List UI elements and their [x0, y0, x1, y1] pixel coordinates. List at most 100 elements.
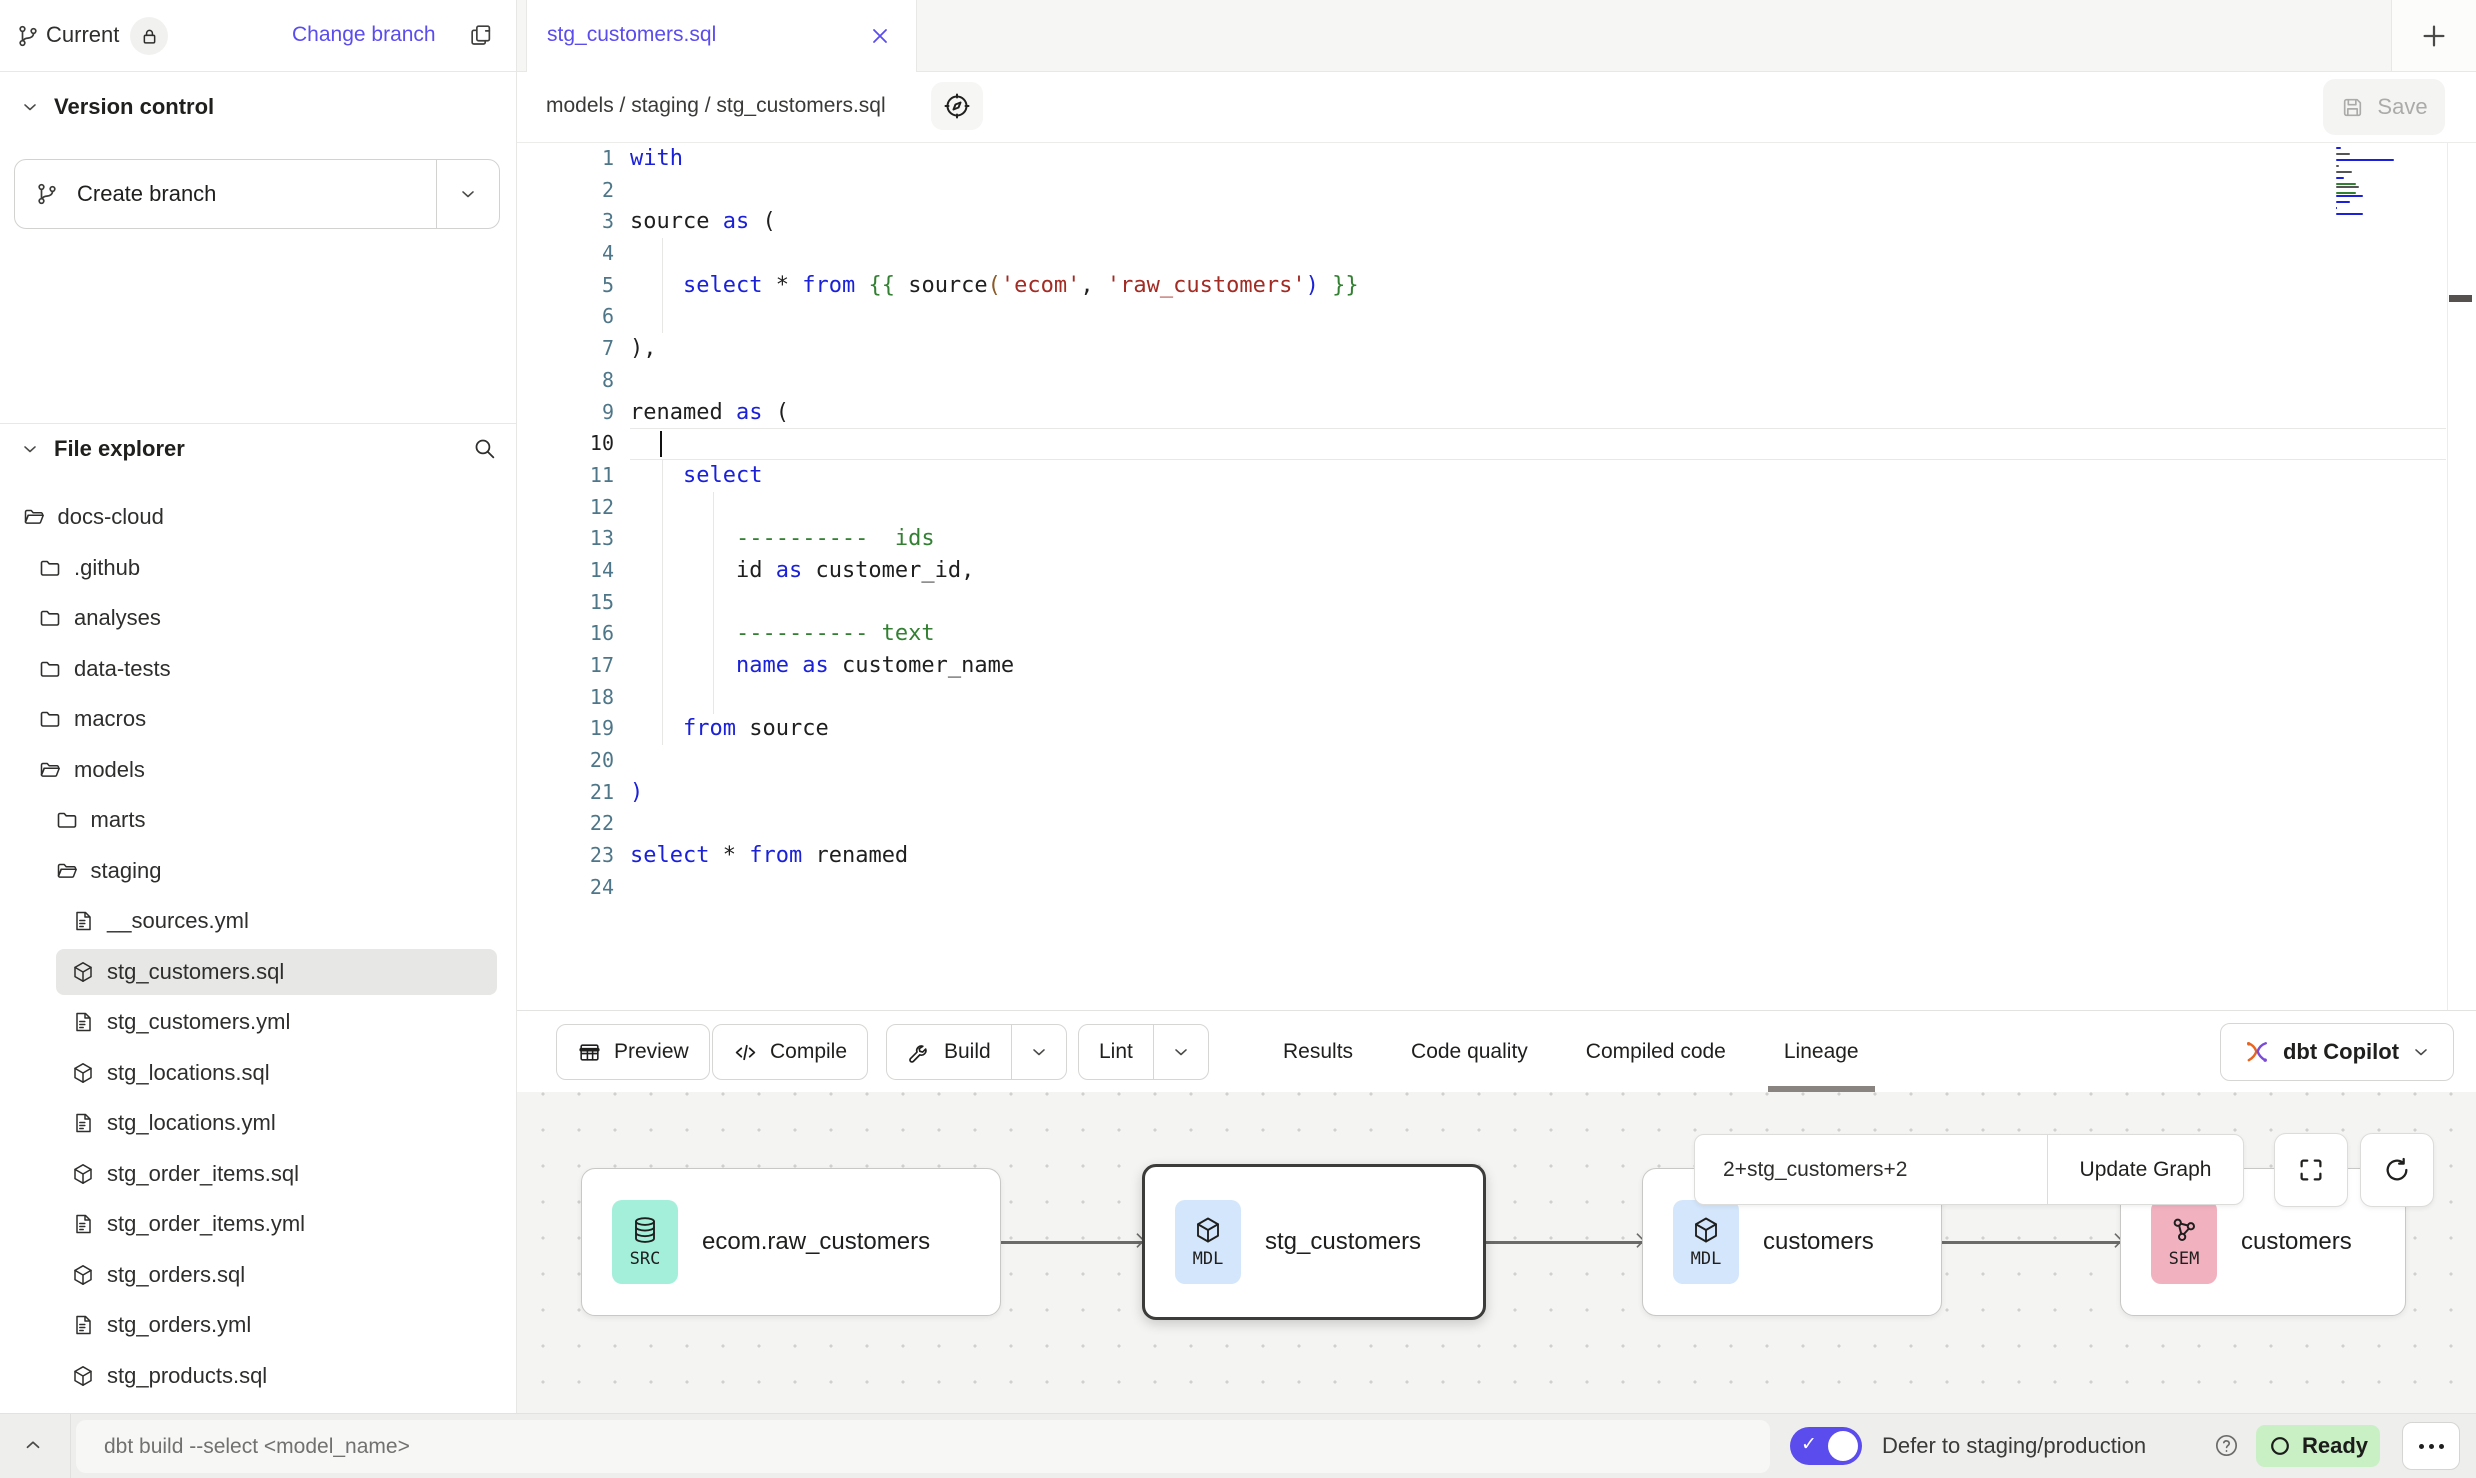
save-button[interactable]: Save [2323, 79, 2445, 135]
code-content[interactable]: withsource as ( select * from {{ source(… [630, 143, 2446, 904]
explore-button[interactable] [931, 82, 983, 130]
search-icon[interactable] [472, 436, 497, 461]
badge-label: SEM [2169, 1249, 2200, 1269]
fullscreen-button[interactable] [2274, 1133, 2348, 1207]
tree-item-label: stg_locations.sql [107, 1060, 270, 1086]
tree-item-analyses[interactable]: analyses [0, 593, 517, 644]
line-number: 3 [517, 206, 630, 238]
tree-item-label: docs-cloud [58, 504, 164, 530]
dbt-cloud-ide: Current Change branch Version control Cr… [0, 0, 2476, 1478]
tree-item-stg-products-sql[interactable]: stg_products.sql [0, 1351, 517, 1402]
line-number: 17 [517, 650, 630, 682]
line-number: 16 [517, 618, 630, 650]
lineage-node-stg-customers[interactable]: MDL stg_customers [1142, 1164, 1486, 1320]
tree-item-docs-cloud[interactable]: docs-cloud [0, 492, 517, 543]
tab-code-quality[interactable]: Code quality [1411, 1011, 1528, 1093]
build-button[interactable]: Build [886, 1024, 1067, 1080]
tree-item-stg-order-items-yml[interactable]: stg_order_items.yml [0, 1199, 517, 1250]
copy-icon[interactable] [468, 22, 493, 47]
lint-dropdown[interactable] [1154, 1025, 1208, 1079]
folder-icon [37, 555, 63, 581]
defer-label: Defer to staging/production [1882, 1433, 2146, 1459]
dbt-copilot-button[interactable]: dbt Copilot [2220, 1023, 2454, 1081]
minimap-line [2336, 192, 2356, 194]
build-dropdown[interactable] [1012, 1025, 1066, 1079]
tree-item-data-tests[interactable]: data-tests [0, 644, 517, 695]
tab-lineage[interactable]: Lineage [1784, 1011, 1859, 1093]
code-line-23: select * from renamed [630, 840, 2446, 872]
change-branch-link[interactable]: Change branch [292, 23, 436, 47]
tree-item-label: analyses [74, 605, 161, 631]
tree-item-stg-order-items-sql[interactable]: stg_order_items.sql [0, 1149, 517, 1200]
new-tab-button[interactable] [2391, 0, 2476, 71]
mdl-badge: MDL [1175, 1200, 1241, 1284]
code-line-20 [630, 745, 2446, 777]
chevron-up-icon[interactable] [22, 1434, 44, 1456]
tab-compiled-code[interactable]: Compiled code [1586, 1011, 1726, 1093]
yml-icon [70, 1110, 96, 1136]
yml-icon [70, 1312, 96, 1338]
badge-label: MDL [1193, 1249, 1224, 1269]
code-editor[interactable]: 123456789101112131415161718192021222324 … [517, 142, 2476, 1010]
minimap-line [2336, 201, 2350, 203]
tree-item-models[interactable]: models [0, 745, 517, 796]
git-branch-icon [16, 24, 40, 48]
sql-icon [70, 1161, 96, 1187]
more-options-button[interactable] [2402, 1422, 2460, 1470]
branch-header: Current Change branch [0, 0, 516, 72]
folder-icon [54, 807, 80, 833]
tree-item-marts[interactable]: marts [0, 795, 517, 846]
sql-icon [70, 959, 96, 985]
tree-item--sources-yml[interactable]: __sources.yml [0, 896, 517, 947]
node-title: customers [2241, 1228, 2352, 1256]
tree-item-macros[interactable]: macros [0, 694, 517, 745]
tab-strip: stg_customers.sql [517, 0, 2476, 72]
question-icon[interactable] [2213, 1432, 2240, 1459]
chevron-down-icon [1171, 1042, 1191, 1062]
create-branch-button[interactable]: Create branch [14, 159, 500, 229]
tree-item-stg-orders-yml[interactable]: stg_orders.yml [0, 1300, 517, 1351]
line-number: 19 [517, 713, 630, 745]
lineage-selector-input[interactable]: 2+stg_customers+2 [1695, 1135, 2047, 1204]
folder-open-icon [21, 504, 47, 530]
badge-label: MDL [1691, 1249, 1722, 1269]
minimap[interactable] [2336, 147, 2398, 219]
scrollbar-track[interactable] [2447, 143, 2448, 1011]
code-line-5: select * from {{ source('ecom', 'raw_cus… [630, 270, 2446, 302]
sidebar: Current Change branch Version control Cr… [0, 0, 517, 1413]
defer-toggle[interactable]: ✓ [1790, 1427, 1862, 1465]
chevron-down-icon [2411, 1042, 2431, 1062]
code-line-24 [630, 872, 2446, 904]
tree-item-label: stg_locations.yml [107, 1110, 276, 1136]
command-input[interactable]: dbt build --select <model_name> [76, 1420, 1770, 1473]
copilot-label: dbt Copilot [2283, 1039, 2399, 1065]
tab-results[interactable]: Results [1283, 1011, 1353, 1093]
line-number: 18 [517, 682, 630, 714]
file-explorer-header[interactable]: File explorer [20, 436, 185, 462]
tree-item-stg-customers-sql[interactable]: stg_customers.sql [0, 947, 517, 998]
line-number: 2 [517, 175, 630, 207]
lint-button[interactable]: Lint [1078, 1024, 1209, 1080]
compile-label: Compile [770, 1040, 847, 1064]
preview-button[interactable]: Preview [556, 1024, 710, 1080]
tree-item-stg-locations-yml[interactable]: stg_locations.yml [0, 1098, 517, 1149]
tab-stg-customers-sql[interactable]: stg_customers.sql [526, 0, 917, 72]
compile-button[interactable]: Compile [712, 1024, 868, 1080]
sql-icon [70, 1363, 96, 1389]
update-graph-button[interactable]: Update Graph [2048, 1135, 2243, 1204]
refresh-button[interactable] [2360, 1133, 2434, 1207]
tree-item-stg-orders-sql[interactable]: stg_orders.sql [0, 1250, 517, 1301]
check-icon: ✓ [1801, 1433, 1817, 1456]
tree-item--github[interactable]: .github [0, 543, 517, 594]
tree-item-stg-customers-yml[interactable]: stg_customers.yml [0, 997, 517, 1048]
tree-item-label: .github [74, 555, 140, 581]
node-title: stg_customers [1265, 1228, 1421, 1256]
tree-item-staging[interactable]: staging [0, 846, 517, 897]
git-branch-icon [35, 182, 59, 206]
close-icon[interactable] [868, 24, 892, 48]
version-control-header[interactable]: Version control [20, 94, 214, 120]
lineage-node-source[interactable]: SRC ecom.raw_customers [581, 1168, 1001, 1316]
database-icon [630, 1215, 660, 1245]
create-branch-dropdown[interactable] [437, 184, 499, 204]
tree-item-stg-locations-sql[interactable]: stg_locations.sql [0, 1048, 517, 1099]
